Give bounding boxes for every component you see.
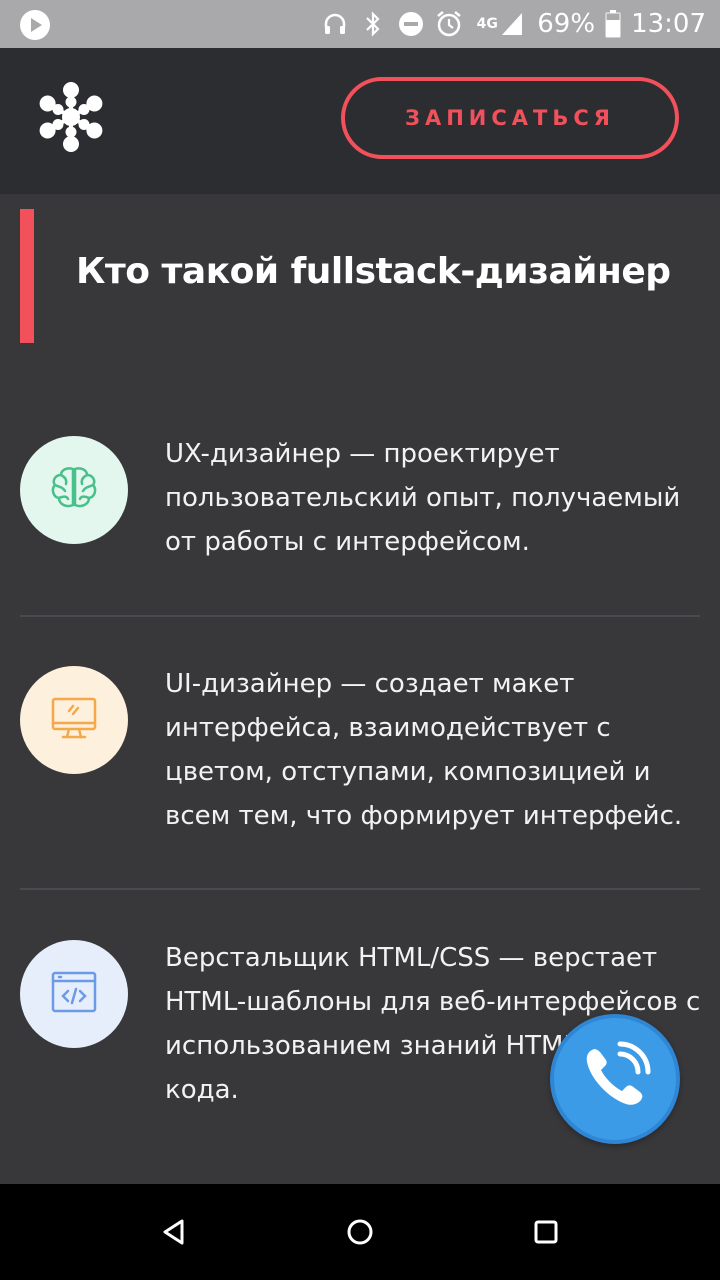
- recents-icon: [534, 1220, 558, 1244]
- site-header: ЗАПИСАТЬСЯ: [0, 48, 720, 194]
- play-app-icon: [20, 10, 50, 40]
- bluetooth-icon: [359, 10, 387, 38]
- html-css-icon-circle: [20, 940, 128, 1048]
- signal-icon: 4G: [473, 10, 527, 38]
- divider: [20, 615, 700, 617]
- section-title: Кто такой fullstack-дизайнер: [76, 251, 671, 292]
- battery-icon: [605, 10, 621, 38]
- brain-icon: [49, 465, 99, 515]
- alarm-icon: [435, 10, 463, 38]
- home-button[interactable]: [336, 1208, 384, 1256]
- phone-icon: [578, 1040, 652, 1118]
- ui-icon-circle: [20, 666, 128, 774]
- do-not-disturb-icon: [397, 10, 425, 38]
- signup-button[interactable]: ЗАПИСАТЬСЯ: [341, 77, 679, 159]
- recents-button[interactable]: [522, 1208, 570, 1256]
- snowflake-logo-icon[interactable]: [36, 82, 106, 152]
- navigation-bar: [0, 1184, 720, 1280]
- battery-percent: 69%: [537, 9, 596, 39]
- clock: 13:07: [631, 9, 706, 39]
- call-button[interactable]: [550, 1014, 680, 1144]
- ux-description: UX-дизайнер — проектирует пользовательск…: [165, 439, 681, 557]
- code-window-icon: [49, 969, 99, 1019]
- headphones-icon: [321, 10, 349, 38]
- divider: [20, 888, 700, 890]
- status-icons: 4G 69% 13:07: [321, 0, 706, 48]
- ui-description: UI-дизайнер — создает макет интерфейса, …: [165, 669, 683, 831]
- section-heading: Кто такой fullstack-дизайнер: [20, 209, 710, 343]
- monitor-icon: [49, 695, 99, 745]
- back-button[interactable]: [150, 1208, 198, 1256]
- status-bar: 4G 69% 13:07: [0, 0, 720, 48]
- accent-bar: [20, 209, 34, 343]
- back-icon: [163, 1219, 184, 1245]
- ux-icon-circle: [20, 436, 128, 544]
- home-icon: [347, 1219, 373, 1245]
